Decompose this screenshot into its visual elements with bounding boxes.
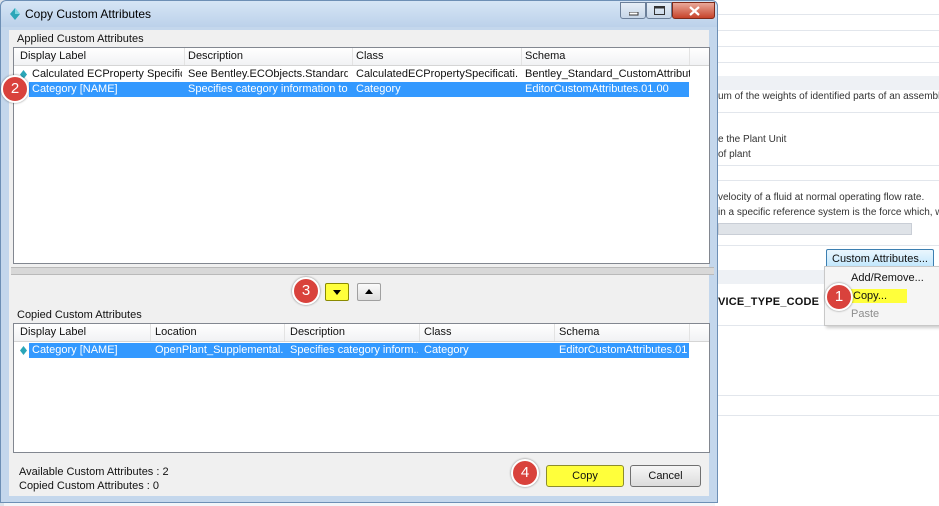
diamond-app-icon	[10, 8, 20, 20]
menu-item-paste[interactable]: Paste	[851, 308, 879, 320]
maximize-icon	[654, 6, 665, 15]
cell-schema: Bentley_Standard_CustomAttribut...	[525, 68, 690, 80]
cell-description: Specifies category information to ...	[188, 83, 348, 95]
arrow-up-icon	[365, 289, 373, 294]
menu-item-copy[interactable]: Copy...	[851, 289, 908, 303]
attribute-icon	[20, 346, 27, 355]
bg-description-text: e the Plant Unit	[718, 134, 787, 145]
column-separator	[284, 324, 285, 341]
column-separator	[352, 48, 353, 65]
cell-class: Category	[424, 344, 469, 356]
dialog-title: Copy Custom Attributes	[25, 7, 152, 21]
menu-item-add-remove[interactable]: Add/Remove...	[851, 272, 924, 284]
column-header[interactable]: Description	[188, 50, 243, 62]
callout-badge-3: 3	[292, 277, 320, 305]
cell-description: Specifies category inform...	[290, 344, 418, 356]
cell-display-label: Calculated ECProperty Specific...	[32, 68, 182, 80]
bg-horizontal-scrollbar[interactable]	[718, 223, 912, 235]
table-row-selected[interactable]: Category [NAME] Specifies category infor…	[14, 82, 709, 97]
arrow-down-icon	[333, 290, 341, 295]
column-separator	[419, 324, 420, 341]
grid-header: Display Label Description Class Schema	[14, 48, 709, 66]
bg-divider	[715, 415, 939, 416]
move-down-button[interactable]	[325, 283, 349, 301]
bg-description-text: velocity of a fluid at normal operating …	[718, 192, 925, 203]
column-separator	[554, 324, 555, 341]
column-separator	[689, 48, 690, 65]
column-separator	[521, 48, 522, 65]
bg-divider	[715, 245, 939, 246]
column-separator	[689, 324, 690, 341]
column-header[interactable]: Schema	[525, 50, 565, 62]
bg-divider	[715, 180, 939, 181]
column-header[interactable]: Location	[155, 326, 197, 338]
bg-divider	[715, 112, 939, 113]
copied-count-label: Copied Custom Attributes : 0	[19, 480, 160, 492]
bg-description-text: um of the weights of identified parts of…	[718, 91, 939, 102]
bg-description-text: of plant	[718, 149, 751, 160]
callout-badge-1: 1	[825, 283, 853, 311]
close-button[interactable]	[672, 2, 715, 19]
close-icon	[689, 6, 700, 16]
cell-location: OpenPlant_Supplemental...	[155, 344, 283, 356]
applied-attributes-grid[interactable]: Display Label Description Class Schema C…	[13, 47, 710, 264]
bg-divider	[715, 30, 939, 31]
callout-badge-4: 4	[511, 459, 539, 487]
move-up-button[interactable]	[357, 283, 381, 301]
title-bar[interactable]: Copy Custom Attributes	[1, 1, 717, 27]
cell-display-label: Category [NAME]	[32, 344, 118, 356]
bg-description-text: in a specific reference system is the fo…	[718, 207, 939, 218]
table-row-selected[interactable]: Category [NAME] OpenPlant_Supplemental..…	[14, 343, 709, 358]
applied-group-label: Applied Custom Attributes	[17, 33, 144, 45]
copied-attributes-grid[interactable]: Display Label Location Description Class…	[13, 323, 710, 453]
column-header[interactable]: Schema	[559, 326, 599, 338]
copy-button[interactable]: Copy	[546, 465, 624, 487]
minimize-icon	[629, 12, 639, 16]
column-header[interactable]: Class	[424, 326, 452, 338]
cancel-button[interactable]: Cancel	[630, 465, 701, 487]
minimize-button[interactable]	[620, 2, 646, 19]
column-header[interactable]: Display Label	[20, 326, 86, 338]
column-separator	[150, 324, 151, 341]
bg-device-type-code: VICE_TYPE_CODE	[718, 296, 820, 308]
cell-class: CalculatedECPropertySpecificati...	[356, 68, 519, 80]
grid-header: Display Label Location Description Class…	[14, 324, 709, 342]
copied-group-label: Copied Custom Attributes	[17, 309, 142, 321]
column-separator	[184, 48, 185, 65]
available-count-label: Available Custom Attributes : 2	[19, 466, 169, 478]
cell-schema: EditorCustomAttributes.01.00	[525, 83, 669, 95]
cell-display-label: Category [NAME]	[32, 83, 118, 95]
bg-divider	[715, 165, 939, 166]
cell-class: Category	[356, 83, 401, 95]
table-row[interactable]: Calculated ECProperty Specific... See Be…	[14, 67, 709, 82]
maximize-button[interactable]	[646, 2, 672, 19]
cell-description: See Bentley.ECObjects.Standard...	[188, 68, 348, 80]
column-header[interactable]: Class	[356, 50, 384, 62]
bg-section-row	[715, 76, 939, 90]
callout-badge-2: 2	[1, 75, 29, 103]
splitter-handle[interactable]	[11, 267, 714, 275]
bg-divider	[715, 62, 939, 63]
column-header[interactable]: Description	[290, 326, 345, 338]
column-header[interactable]: Display Label	[20, 50, 86, 62]
bg-divider	[715, 395, 939, 396]
bg-divider	[715, 46, 939, 47]
bg-divider	[715, 14, 939, 15]
cell-schema: EditorCustomAttributes.01...	[559, 344, 687, 356]
copy-custom-attributes-dialog: Copy Custom Attributes Applied Custom At…	[0, 0, 718, 503]
